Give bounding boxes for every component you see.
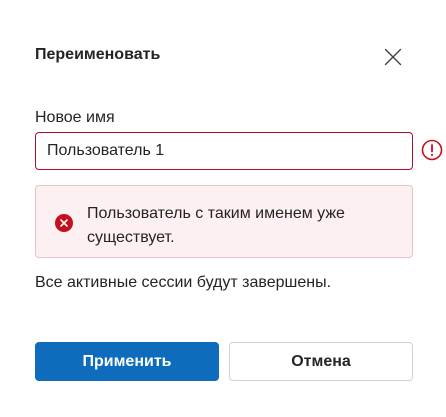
error-circle-icon	[421, 139, 443, 161]
error-message-box: Пользователь с таким именем уже существу…	[35, 185, 413, 258]
close-icon	[384, 48, 402, 66]
rename-dialog: Переименовать Новое имя Пользователь с т…	[0, 0, 446, 417]
new-name-label: Новое имя	[35, 109, 115, 126]
close-button[interactable]	[380, 44, 406, 70]
session-warning-text: Все активные сессии будут завершены.	[35, 274, 332, 291]
apply-button[interactable]: Применить	[35, 342, 219, 381]
error-dismiss-icon	[55, 214, 73, 232]
new-name-input[interactable]	[35, 132, 413, 170]
cancel-button[interactable]: Отмена	[229, 342, 413, 381]
dialog-title: Переименовать	[35, 46, 161, 63]
error-message-text: Пользователь с таким именем уже существу…	[87, 205, 345, 246]
